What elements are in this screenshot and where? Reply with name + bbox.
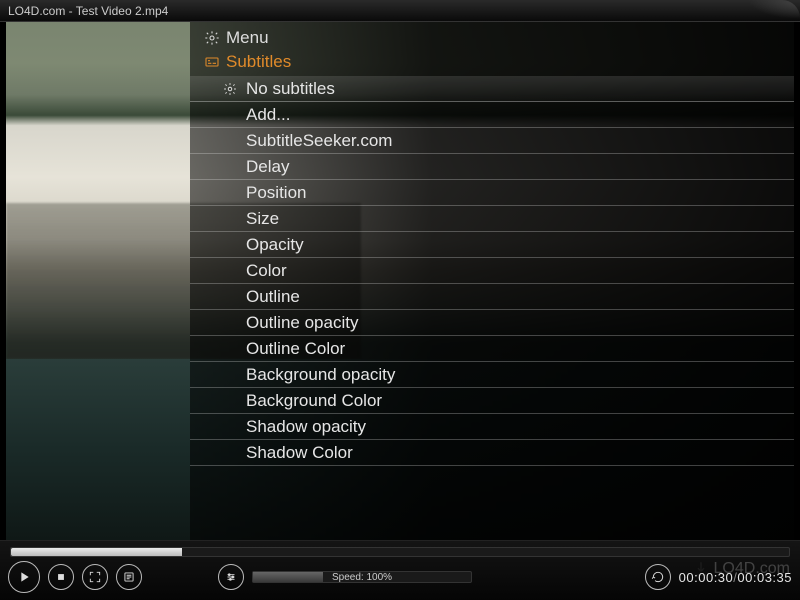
osd-menu: Menu Subtitles No subtitles Add... Subti… xyxy=(190,22,794,540)
time-display: 00:00:30/00:03:35 xyxy=(679,570,792,585)
menu-item-position[interactable]: Position xyxy=(190,180,794,206)
menu-item-outline-color[interactable]: Outline Color xyxy=(190,336,794,362)
seek-bar[interactable] xyxy=(10,547,790,557)
playlist-button[interactable] xyxy=(116,564,142,590)
total-time: 00:03:35 xyxy=(737,570,792,585)
menu-item-label: Size xyxy=(246,209,279,229)
menu-item-label: Outline xyxy=(246,287,300,307)
menu-item-add[interactable]: Add... xyxy=(190,102,794,128)
gear-icon xyxy=(222,82,238,96)
menu-item-color[interactable]: Color xyxy=(190,258,794,284)
fullscreen-button[interactable] xyxy=(82,564,108,590)
seek-progress xyxy=(11,548,182,556)
menu-breadcrumb-root[interactable]: Menu xyxy=(190,26,794,50)
menu-item-size[interactable]: Size xyxy=(190,206,794,232)
menu-item-delay[interactable]: Delay xyxy=(190,154,794,180)
gear-icon xyxy=(204,30,220,46)
control-button-row: Speed: 100% 00:00:30/00:03:35 xyxy=(8,560,792,594)
menu-item-label: Background opacity xyxy=(246,365,395,385)
current-time: 00:00:30 xyxy=(679,570,734,585)
speed-label: Speed: 100% xyxy=(332,572,392,583)
menu-item-subtitleseeker[interactable]: SubtitleSeeker.com xyxy=(190,128,794,154)
menu-item-shadow-color[interactable]: Shadow Color xyxy=(190,440,794,466)
menu-item-label: Color xyxy=(246,261,287,281)
stop-button[interactable] xyxy=(48,564,74,590)
titlebar-decoration xyxy=(740,0,800,22)
menu-item-no-subtitles[interactable]: No subtitles xyxy=(190,76,794,102)
speed-fill xyxy=(253,572,323,582)
menu-item-label: Delay xyxy=(246,157,289,177)
play-button[interactable] xyxy=(8,561,40,593)
repeat-button[interactable] xyxy=(645,564,671,590)
menu-item-outline-opacity[interactable]: Outline opacity xyxy=(190,310,794,336)
subtitles-icon xyxy=(204,54,220,70)
menu-item-label: Opacity xyxy=(246,235,304,255)
menu-item-label: Background Color xyxy=(246,391,382,411)
menu-breadcrumb-section[interactable]: Subtitles xyxy=(190,50,794,74)
window-title: LO4D.com - Test Video 2.mp4 xyxy=(8,4,168,18)
menu-item-label: No subtitles xyxy=(246,79,335,99)
menu-breadcrumb-root-label: Menu xyxy=(226,28,269,48)
menu-list: No subtitles Add... SubtitleSeeker.com D… xyxy=(190,76,794,466)
menu-item-label: Add... xyxy=(246,105,290,125)
settings-button[interactable] xyxy=(218,564,244,590)
menu-item-label: Outline Color xyxy=(246,339,345,359)
player-controls: Speed: 100% 00:00:30/00:03:35 xyxy=(0,540,800,600)
menu-item-background-color[interactable]: Background Color xyxy=(190,388,794,414)
menu-breadcrumb-section-label: Subtitles xyxy=(226,52,291,72)
menu-item-label: SubtitleSeeker.com xyxy=(246,131,392,151)
menu-item-label: Outline opacity xyxy=(246,313,358,333)
menu-item-background-opacity[interactable]: Background opacity xyxy=(190,362,794,388)
menu-item-outline[interactable]: Outline xyxy=(190,284,794,310)
menu-item-shadow-opacity[interactable]: Shadow opacity xyxy=(190,414,794,440)
speed-slider[interactable]: Speed: 100% xyxy=(252,571,472,583)
menu-item-label: Shadow opacity xyxy=(246,417,366,437)
menu-item-label: Shadow Color xyxy=(246,443,353,463)
menu-item-opacity[interactable]: Opacity xyxy=(190,232,794,258)
title-bar: LO4D.com - Test Video 2.mp4 xyxy=(0,0,800,22)
menu-item-label: Position xyxy=(246,183,306,203)
